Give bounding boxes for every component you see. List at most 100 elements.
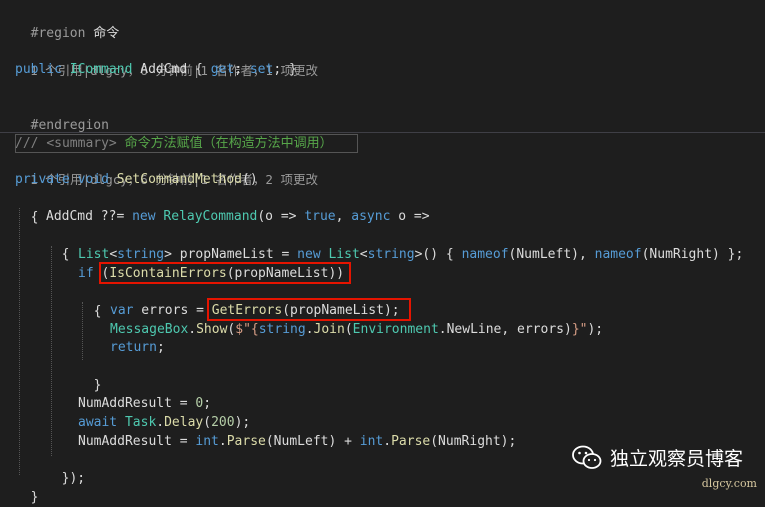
code-line-return: return; — [110, 338, 165, 357]
keyword-public: public — [15, 62, 62, 77]
watermark-url: dlgcy.com — [701, 477, 757, 490]
semicolon: ; — [203, 396, 212, 411]
semicolon: ; — [234, 62, 243, 77]
dot: . — [188, 322, 197, 337]
keyword-string: string — [258, 322, 306, 337]
method-call-parse: Parse — [226, 434, 266, 449]
indent-guide — [51, 246, 52, 456]
brace: } — [30, 490, 39, 505]
code-text: > propNameList = — [164, 247, 298, 262]
code-text: errors = — [133, 303, 212, 318]
identifier: AddCmd — [46, 209, 93, 224]
dot: . — [218, 434, 227, 449]
wechat-icon — [572, 445, 602, 469]
type-icommand: ICommand — [69, 62, 133, 77]
keyword-int: int — [359, 434, 384, 449]
code-line-messagebox: MessageBox.Show($"{string.Join(Environme… — [110, 320, 603, 339]
keyword-string: string — [117, 247, 165, 262]
code-line-method: private void SetCommandMethod() — [15, 170, 258, 189]
parens: () — [242, 172, 258, 187]
keyword-nameof: nameof — [594, 247, 642, 262]
keyword-new: new — [132, 209, 156, 224]
highlight-box-geterrors — [207, 298, 411, 321]
dot: . — [156, 415, 165, 430]
code-line-open-brace: { — [15, 189, 39, 225]
keyword-return: return — [110, 340, 157, 355]
lambda-part: o => — [390, 209, 430, 224]
region-keyword: #region — [30, 26, 86, 41]
code-line-endregion: #endregion — [15, 97, 109, 133]
code-text: (NumLeft), — [508, 247, 595, 262]
code-line-close-brace: } — [78, 357, 102, 393]
type-list: List — [328, 247, 360, 262]
method-call-show: Show — [196, 322, 228, 337]
code-line-await: await Task.Delay(200); — [78, 413, 250, 432]
type-list: List — [78, 247, 110, 262]
string-literal: }" — [571, 322, 588, 337]
operator: ??= — [92, 209, 133, 224]
brace: { — [30, 210, 39, 225]
brace: } — [93, 378, 102, 393]
code-text: (NumLeft) + — [265, 434, 360, 449]
keyword-async: async — [351, 209, 391, 224]
code-line-numaddresult-zero: NumAddResult = 0; — [78, 394, 211, 413]
semicolon: ; — [156, 340, 165, 355]
watermark: 独立观察员博客 — [572, 444, 743, 471]
doc-comment-text: 命令方法赋值（在构造方法中调用） — [124, 136, 333, 151]
code-line-numaddresult-sum: NumAddResult = int.Parse(NumLeft) + int.… — [78, 432, 516, 451]
keyword-string: string — [367, 247, 415, 262]
code-line-open-brace: { — [78, 283, 102, 319]
codelens-references[interactable]: 1 个引用|dlgcy，6 分钟前|1 名作者，2 项更改 — [15, 151, 318, 187]
code-text: NumAddResult = — [78, 434, 196, 449]
angle: < — [359, 247, 368, 262]
code-text: .NewLine, errors) — [438, 322, 572, 337]
brace: { — [195, 62, 203, 77]
paren: ( — [344, 322, 353, 337]
code-line-property: public ICommand AddCmd { get; set; } — [15, 60, 297, 79]
method-call-parse: Parse — [391, 434, 431, 449]
code-line-addcmd: AddCmd ??= new RelayCommand(o => true, a… — [46, 207, 430, 226]
keyword-var: var — [110, 303, 134, 318]
keyword-await: await — [78, 415, 118, 430]
property-name: AddCmd — [140, 62, 188, 77]
doc-comment-slashes: /// — [15, 136, 39, 151]
lambda-part: (o => — [257, 209, 305, 224]
angle: < — [109, 247, 118, 262]
type-relaycommand: RelayCommand — [163, 209, 258, 224]
type-messagebox: MessageBox — [110, 322, 189, 337]
code-text: (NumRight); — [430, 434, 517, 449]
brace: { — [61, 247, 70, 262]
keyword-void: void — [77, 172, 109, 187]
string-literal: $"{ — [235, 322, 259, 337]
endregion-keyword: #endregion — [30, 118, 109, 133]
method-call-join: Join — [313, 322, 345, 337]
code-text: NumAddResult = — [78, 396, 196, 411]
codelens-references[interactable]: 1 个引用|dlgcy，6 分钟前|1 名作者，1 项更改 — [15, 42, 318, 78]
type-environment: Environment — [352, 322, 439, 337]
keyword-get: get — [210, 62, 235, 77]
code-line-open-brace: { — [46, 226, 70, 262]
keyword-private: private — [15, 172, 70, 187]
brace: { — [93, 304, 102, 319]
keyword-int: int — [195, 434, 219, 449]
code-text: >() { — [414, 247, 462, 262]
lambda-close: }); — [61, 471, 86, 486]
indent-guide — [19, 208, 20, 475]
code-text: ); — [587, 322, 604, 337]
brace-close: ; } — [273, 62, 297, 77]
code-line-close-brace: } — [15, 469, 39, 505]
dot: . — [383, 434, 392, 449]
code-line-region: #region 命令 — [15, 5, 120, 41]
paren: ( — [203, 415, 212, 430]
comma: , — [335, 209, 352, 224]
number-literal: 200 — [211, 415, 235, 430]
method-call-delay: Delay — [164, 415, 204, 430]
code-line-close-lambda: }); — [46, 450, 85, 486]
keyword-nameof: nameof — [461, 247, 509, 262]
doc-comment-tag: <summary> — [46, 136, 117, 151]
separator-line — [0, 132, 765, 133]
region-name: 命令 — [93, 26, 120, 41]
type-task: Task — [124, 415, 157, 430]
watermark-text: 独立观察员博客 — [610, 448, 744, 470]
